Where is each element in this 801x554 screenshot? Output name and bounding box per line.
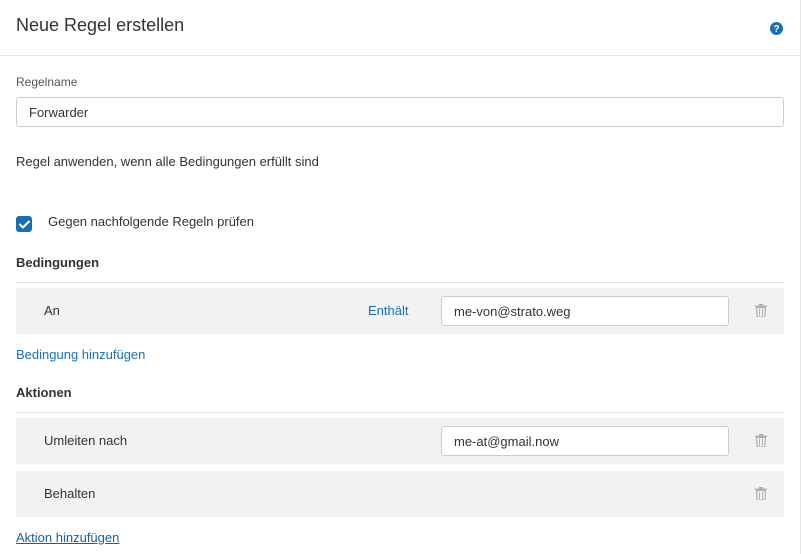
redirect-target-input[interactable]	[441, 426, 729, 456]
condition-value-input[interactable]	[441, 296, 729, 326]
action-label[interactable]: Behalten	[44, 486, 95, 501]
check-following-rules-label: Gegen nachfolgende Regeln prüfen	[48, 214, 254, 229]
actions-heading: Aktionen	[16, 385, 72, 400]
condition-row: An Enthält	[16, 288, 784, 334]
rule-name-input[interactable]	[16, 97, 784, 127]
create-rule-dialog: Neue Regel erstellen ? Regelname Regel a…	[0, 0, 801, 554]
svg-text:?: ?	[773, 24, 779, 35]
action-label[interactable]: Umleiten nach	[44, 433, 127, 448]
rule-name-label: Regelname	[16, 75, 78, 89]
add-condition-link[interactable]: Bedingung hinzufügen	[16, 347, 145, 362]
trash-icon[interactable]	[755, 434, 767, 447]
trash-icon[interactable]	[755, 487, 767, 500]
dialog-header: Neue Regel erstellen ?	[0, 0, 800, 56]
trash-icon[interactable]	[755, 304, 767, 317]
question-circle-icon[interactable]: ?	[770, 22, 783, 35]
rule-apply-text: Regel anwenden, wenn alle Bedingungen er…	[16, 154, 319, 169]
checkmark-icon	[18, 220, 30, 228]
condition-operator[interactable]: Enthält	[368, 303, 408, 318]
action-row-keep: Behalten	[16, 471, 784, 517]
add-action-link[interactable]: Aktion hinzufügen	[16, 530, 119, 545]
check-following-rules-checkbox[interactable]	[16, 216, 32, 232]
action-row-redirect: Umleiten nach	[16, 418, 784, 464]
conditions-heading: Bedingungen	[16, 255, 100, 270]
conditions-divider	[16, 282, 784, 283]
dialog-title: Neue Regel erstellen	[16, 15, 185, 35]
condition-field[interactable]: An	[44, 303, 60, 318]
actions-divider	[16, 412, 784, 413]
